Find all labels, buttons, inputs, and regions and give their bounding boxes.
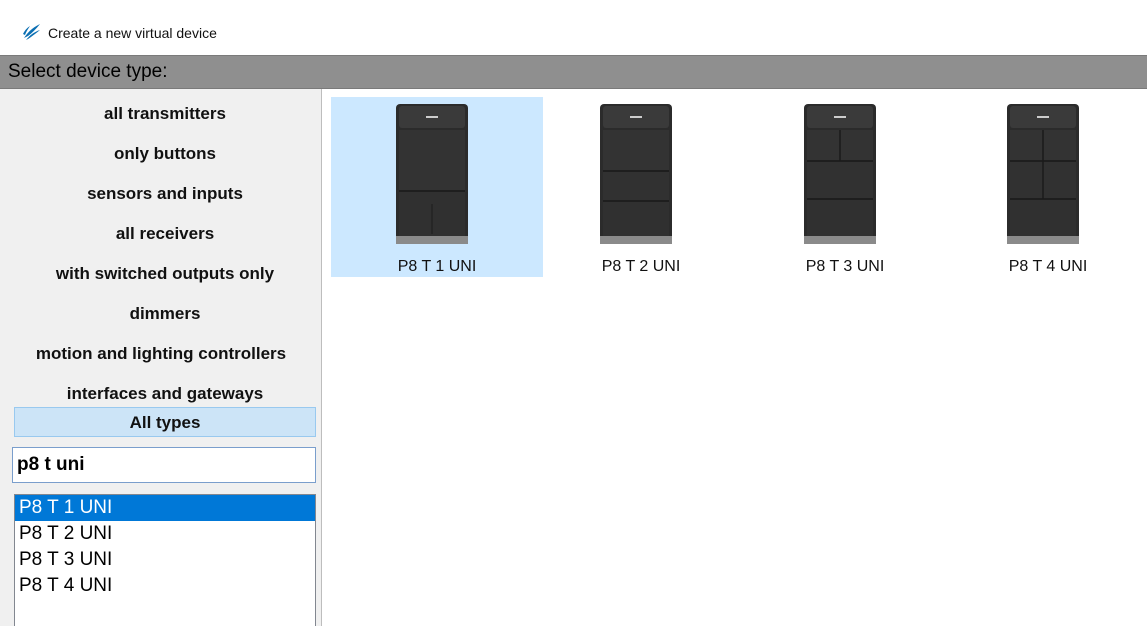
transmitter-2-icon [600,104,672,244]
transmitter-3-icon [804,104,876,244]
device-tile-label: P8 T 4 UNI [1008,258,1088,275]
category-only-buttons[interactable]: only buttons [14,137,316,171]
app-wing-icon [23,24,40,40]
category-dimmers[interactable]: dimmers [14,297,316,331]
device-tile[interactable]: P8 T 4 UNI [942,97,1147,277]
device-tile[interactable]: P8 T 1 UNI [331,97,543,277]
device-tile-label: P8 T 3 UNI [805,258,885,275]
section-header: Select device type: [0,55,1147,89]
search-input[interactable]: p8 t uni [12,447,316,483]
device-tile[interactable]: P8 T 3 UNI [739,97,951,277]
category-all-transmitters[interactable]: all transmitters [14,97,316,131]
device-tile-label: P8 T 1 UNI [397,258,477,275]
category-all-receivers[interactable]: all receivers [14,217,316,251]
device-grid: P8 T 1 UNI P8 T 2 UNI P8 T 3 UNI P8 T 4 … [322,89,1147,626]
category-all-types[interactable]: All types [14,407,316,437]
list-item[interactable]: P8 T 1 UNI [15,495,315,521]
results-list[interactable]: P8 T 1 UNI P8 T 2 UNI P8 T 3 UNI P8 T 4 … [14,494,316,626]
device-tile[interactable]: P8 T 2 UNI [535,97,747,277]
category-panel: all transmitters only buttons sensors an… [0,89,322,626]
list-item[interactable]: P8 T 3 UNI [15,547,315,573]
category-switched-outputs[interactable]: with switched outputs only [14,257,316,291]
list-item[interactable]: P8 T 4 UNI [15,573,315,599]
category-motion-lighting[interactable]: motion and lighting controllers [0,337,322,371]
transmitter-1-icon [396,104,468,244]
section-header-label: Select device type: [8,61,168,82]
category-sensors-inputs[interactable]: sensors and inputs [14,177,316,211]
window-title: Create a new virtual device [48,25,217,41]
transmitter-4-icon [1007,104,1079,244]
title-bar: Create a new virtual device [0,0,1147,54]
category-interfaces-gateways[interactable]: interfaces and gateways [14,377,316,411]
device-tile-label: P8 T 2 UNI [601,258,681,275]
list-item[interactable]: P8 T 2 UNI [15,521,315,547]
